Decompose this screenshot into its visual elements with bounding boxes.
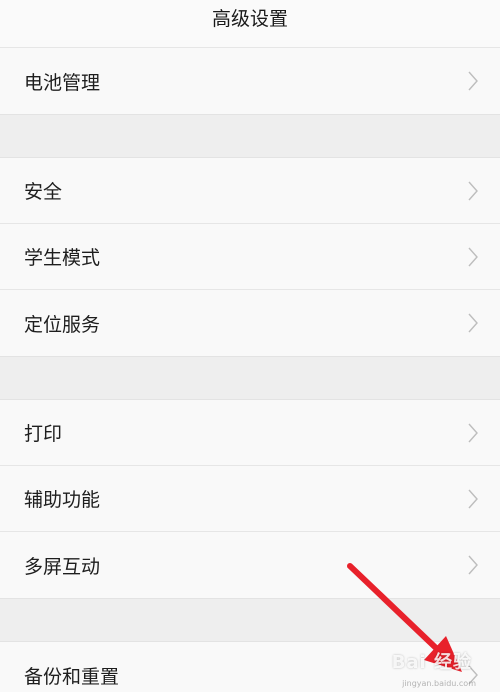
settings-item-label: 辅助功能	[24, 489, 101, 511]
settings-item-print[interactable]: 打印	[0, 400, 500, 466]
watermark-logo: Bai 经验	[391, 652, 472, 673]
settings-group-2: 安全 学生模式 定位服务	[0, 158, 500, 356]
settings-item-label: 定位服务	[24, 313, 101, 336]
settings-item-label: 多屏互动	[24, 555, 101, 578]
section-divider	[0, 356, 500, 400]
page-title: 高级设置	[211, 8, 288, 30]
settings-group-1: 电池管理	[0, 48, 500, 114]
settings-item-multi-screen[interactable]: 多屏互动	[0, 532, 500, 598]
chevron-right-icon	[468, 71, 478, 91]
settings-item-student-mode[interactable]: 学生模式	[0, 224, 500, 290]
settings-group-3: 打印 辅助功能 多屏互动	[0, 400, 500, 598]
settings-item-security[interactable]: 安全	[0, 158, 500, 224]
chevron-right-icon	[468, 555, 478, 575]
chevron-right-icon	[468, 423, 478, 443]
section-divider	[0, 114, 500, 158]
chevron-right-icon	[468, 313, 478, 333]
chevron-right-icon	[468, 181, 478, 201]
watermark-url: jingyan.baidu.com	[402, 679, 476, 688]
chevron-right-icon	[468, 489, 478, 509]
settings-item-label: 学生模式	[24, 247, 101, 269]
section-divider	[0, 598, 500, 642]
settings-item-location-services[interactable]: 定位服务	[0, 290, 500, 356]
settings-item-accessibility[interactable]: 辅助功能	[0, 466, 500, 532]
advanced-settings-screen: 高级设置 电池管理 安全 学生模式 定位服务 打印 辅助功能 多屏互动 备份和重…	[0, 0, 500, 692]
settings-item-label: 备份和重置	[24, 665, 120, 688]
top-bar: 高级设置	[0, 0, 500, 48]
settings-item-label: 打印	[24, 423, 63, 445]
settings-item-label: 电池管理	[24, 71, 101, 94]
chevron-right-icon	[468, 247, 478, 267]
settings-item-battery-management[interactable]: 电池管理	[0, 48, 500, 114]
settings-item-label: 安全	[24, 181, 63, 203]
